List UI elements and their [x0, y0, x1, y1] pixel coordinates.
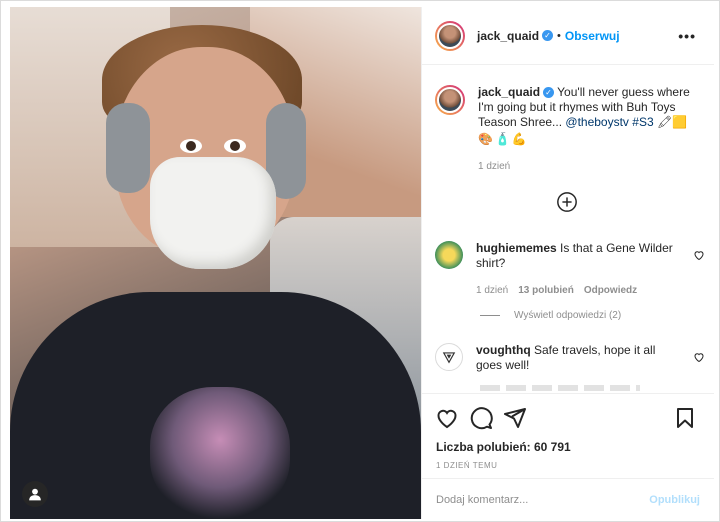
- verified-icon: ✓: [542, 30, 554, 41]
- comment-likes[interactable]: 13 polubień: [518, 283, 574, 298]
- save-icon[interactable]: [673, 406, 697, 430]
- caption-mention[interactable]: @theboystv: [565, 115, 629, 129]
- comment-item: voughthq Safe travels, hope it all goes …: [435, 343, 705, 373]
- likes-count[interactable]: Liczba polubień: 60 791: [436, 440, 571, 454]
- add-comment-bar: Opublikuj: [422, 478, 714, 520]
- photo-shirt-print: [150, 387, 290, 519]
- post-photo[interactable]: [10, 7, 421, 519]
- caption-emoji-line: 🎨🧴💪: [478, 132, 529, 146]
- verified-icon: ✓: [543, 87, 555, 99]
- avatar[interactable]: [435, 343, 463, 371]
- avatar[interactable]: [435, 20, 465, 51]
- post-frame: jack_quaid ✓ • Obserwuj ••• jack_quaid ✓ …: [0, 0, 720, 522]
- comment-icon[interactable]: [469, 406, 493, 430]
- post-panel: jack_quaid ✓ • Obserwuj ••• jack_quaid ✓ …: [421, 7, 714, 519]
- caption-hashtag[interactable]: #S3: [632, 115, 653, 129]
- share-icon[interactable]: [503, 406, 527, 430]
- comment-username[interactable]: hughiememes: [476, 241, 557, 255]
- caption-emoji-end: 🖍🟨: [656, 115, 688, 129]
- post-time[interactable]: 1 DZIEŃ TEMU: [436, 461, 497, 470]
- cutoff-comment-meta: [480, 385, 640, 391]
- post-header: jack_quaid ✓ • Obserwuj •••: [422, 7, 714, 65]
- caption-body: jack_quaid ✓ You'll never guess where I'm…: [478, 85, 705, 174]
- avatar[interactable]: [435, 241, 463, 269]
- heart-icon[interactable]: [435, 406, 459, 430]
- post-caption: jack_quaid ✓ You'll never guess where I'm…: [435, 85, 705, 174]
- caption-username[interactable]: jack_quaid: [478, 85, 540, 99]
- comment-username[interactable]: voughthq: [476, 343, 531, 357]
- photo-headphone-left: [106, 103, 150, 193]
- avatar[interactable]: [435, 85, 465, 115]
- action-icons: [435, 404, 701, 432]
- vought-logo-icon: [442, 352, 456, 364]
- header-username[interactable]: jack_quaid: [477, 29, 539, 43]
- publish-button[interactable]: Opublikuj: [649, 494, 700, 506]
- photo-eye-right: [224, 139, 246, 153]
- view-replies-line: [480, 315, 500, 316]
- action-bar: Liczba polubień: 60 791 1 DZIEŃ TEMU Opu…: [422, 393, 714, 519]
- comment-body: hughiememes Is that a Gene Wilder shirt?…: [476, 241, 676, 298]
- header-separator: •: [557, 29, 561, 42]
- follow-button[interactable]: Obserwuj: [565, 29, 620, 43]
- heart-icon[interactable]: [693, 351, 705, 363]
- photo-eye-left: [180, 139, 202, 153]
- comment-body: voughthq Safe travels, hope it all goes …: [476, 343, 676, 373]
- reply-button[interactable]: Odpowiedz: [584, 283, 637, 298]
- more-options-icon[interactable]: •••: [678, 28, 696, 44]
- view-replies-button[interactable]: Wyświetl odpowiedzi (2): [480, 310, 621, 321]
- caption-time[interactable]: 1 dzień: [478, 159, 705, 174]
- heart-icon[interactable]: [693, 249, 705, 261]
- comment-meta: 1 dzień 13 polubień Odpowiedz: [476, 283, 676, 298]
- add-circle-icon[interactable]: [556, 191, 578, 213]
- comment-time[interactable]: 1 dzień: [476, 283, 508, 298]
- comment-input[interactable]: [436, 493, 650, 506]
- view-replies-label: Wyświetl odpowiedzi (2): [514, 310, 622, 321]
- photo-face-mask: [150, 157, 276, 269]
- comment-item: hughiememes Is that a Gene Wilder shirt?…: [435, 241, 705, 298]
- user-tag-icon[interactable]: [22, 481, 48, 507]
